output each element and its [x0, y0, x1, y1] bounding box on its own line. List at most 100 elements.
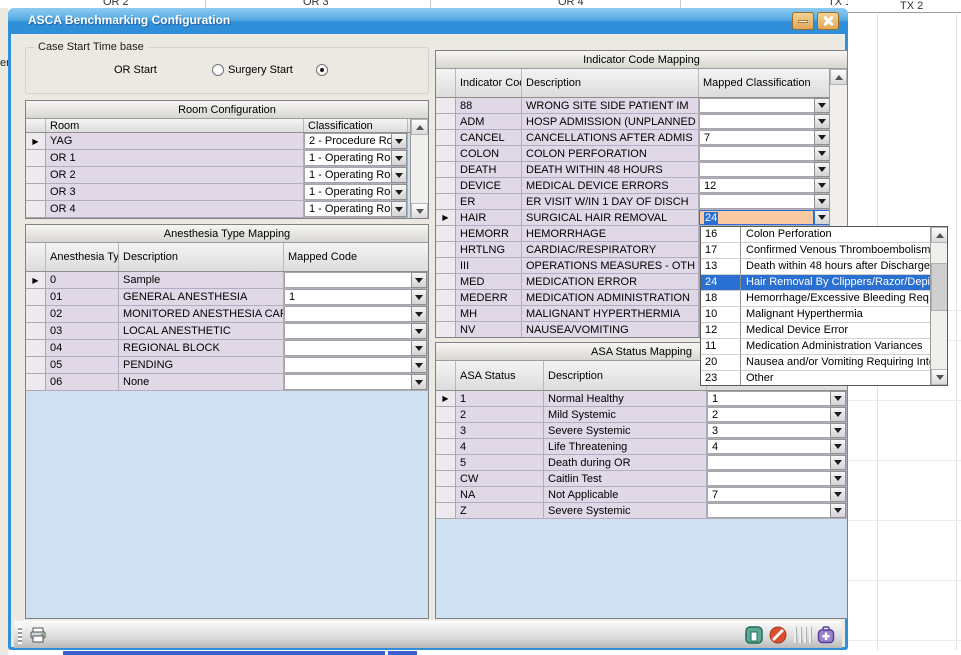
description-cell[interactable]: MEDICATION ADMINISTRATION: [522, 290, 699, 306]
minimize-button[interactable]: [792, 12, 814, 30]
row-selector[interactable]: ▶: [436, 306, 456, 322]
anesthesia-type-cell[interactable]: 04: [46, 340, 119, 357]
anesthesia-type-cell[interactable]: 05: [46, 357, 119, 374]
dropdown-arrow-icon[interactable]: [411, 340, 427, 356]
description-cell[interactable]: PENDING: [119, 357, 284, 374]
combo-value[interactable]: [284, 374, 411, 390]
dropdown-item[interactable]: 23 Other: [701, 371, 930, 386]
combo-value[interactable]: 1: [707, 391, 830, 406]
dropdown-arrow-icon[interactable]: [830, 391, 846, 406]
classification-combo[interactable]: 1 - Operating Room: [304, 167, 408, 184]
dropdown-arrow-icon[interactable]: [814, 210, 830, 225]
asa-status-cell[interactable]: 4: [456, 439, 544, 455]
row-selector[interactable]: ▶: [436, 471, 456, 487]
description-cell[interactable]: Normal Healthy: [544, 391, 707, 407]
dropdown-item[interactable]: 13 Death within 48 hours after Discharge: [701, 259, 930, 275]
row-selector[interactable]: ▶: [436, 178, 456, 194]
description-cell[interactable]: CANCELLATIONS AFTER ADMIS: [522, 130, 699, 146]
dropdown-arrow-icon[interactable]: [830, 439, 846, 454]
room-cell[interactable]: OR 1: [46, 150, 304, 167]
combo-value[interactable]: 3: [707, 423, 830, 438]
description-cell[interactable]: Death during OR: [544, 455, 707, 471]
description-cell[interactable]: NAUSEA/VOMITING: [522, 322, 699, 338]
description-cell[interactable]: None: [119, 374, 284, 391]
description-cell[interactable]: ER VISIT W/IN 1 DAY OF DISCH: [522, 194, 699, 210]
dropdown-item[interactable]: 12 Medical Device Error: [701, 323, 930, 339]
radio-button[interactable]: [212, 64, 224, 76]
description-cell[interactable]: MEDICAL DEVICE ERRORS: [522, 178, 699, 194]
row-selector[interactable]: ▶: [26, 374, 46, 391]
combo-value[interactable]: [284, 323, 411, 339]
anesthesia-type-cell[interactable]: 02: [46, 306, 119, 323]
indicator-code-cell[interactable]: MEDERR: [456, 290, 522, 306]
description-cell[interactable]: MONITORED ANESTHESIA CAR: [119, 306, 284, 323]
scroll-thumb[interactable]: [931, 263, 948, 311]
indicator-code-cell[interactable]: ER: [456, 194, 522, 210]
combo-value[interactable]: [707, 503, 830, 518]
dropdown-item[interactable]: 11 Medication Administration Variances: [701, 339, 930, 355]
row-selector[interactable]: ▶: [26, 323, 46, 340]
description-cell[interactable]: REGIONAL BLOCK: [119, 340, 284, 357]
row-selector[interactable]: ▶: [436, 322, 456, 338]
row-selector[interactable]: ▶: [26, 272, 46, 289]
cancel-button[interactable]: [768, 625, 788, 645]
combo-value[interactable]: [699, 162, 814, 177]
dropdown-arrow-icon[interactable]: [830, 407, 846, 422]
anesthesia-type-cell[interactable]: 0: [46, 272, 119, 289]
dropdown-arrow-icon[interactable]: [391, 201, 407, 217]
dropdown-item[interactable]: 18 Hemorrhage/Excessive Bleeding Req. Re…: [701, 291, 930, 307]
close-button[interactable]: [817, 12, 839, 30]
mapped-combo[interactable]: [707, 471, 847, 487]
row-selector[interactable]: ▶: [26, 150, 46, 167]
mapped-combo[interactable]: 4: [707, 439, 847, 455]
combo-value[interactable]: 4: [707, 439, 830, 454]
indicator-code-cell[interactable]: COLON: [456, 146, 522, 162]
description-cell[interactable]: DEATH WITHIN 48 HOURS: [522, 162, 699, 178]
dropdown-arrow-icon[interactable]: [814, 162, 830, 177]
combo-value[interactable]: [699, 194, 814, 209]
row-selector[interactable]: ▶: [436, 226, 456, 242]
description-cell[interactable]: Not Applicable: [544, 487, 707, 503]
dropdown-arrow-icon[interactable]: [411, 357, 427, 373]
dropdown-arrow-icon[interactable]: [814, 98, 830, 113]
indicator-code-cell[interactable]: NV: [456, 322, 522, 338]
combo-value[interactable]: 1 - Operating Room: [304, 184, 391, 200]
row-selector[interactable]: ▶: [26, 167, 46, 184]
row-selector[interactable]: ▶: [436, 290, 456, 306]
indicator-code-cell[interactable]: 88: [456, 98, 522, 114]
dropdown-arrow-icon[interactable]: [391, 150, 407, 166]
row-selector[interactable]: ▶: [436, 162, 456, 178]
dropdown-arrow-icon[interactable]: [391, 167, 407, 183]
indicator-code-cell[interactable]: ADM: [456, 114, 522, 130]
print-button[interactable]: [28, 625, 48, 645]
radio-option[interactable]: Surgery Start: [228, 64, 332, 76]
mapped-code-combo[interactable]: [284, 340, 428, 357]
mapped-classification-combo[interactable]: [699, 194, 831, 210]
dropdown-arrow-icon[interactable]: [830, 503, 846, 518]
mapped-classification-combo[interactable]: [699, 162, 831, 178]
description-cell[interactable]: MEDICATION ERROR: [522, 274, 699, 290]
combo-value[interactable]: 7: [699, 130, 814, 145]
row-selector[interactable]: ▶: [26, 340, 46, 357]
combo-value[interactable]: [707, 455, 830, 470]
anesthesia-type-cell[interactable]: 03: [46, 323, 119, 340]
dropdown-item[interactable]: 16 Colon Perforation: [701, 227, 930, 243]
row-selector[interactable]: ▶: [436, 455, 456, 471]
row-selector[interactable]: ▶: [436, 503, 456, 519]
indicator-code-cell[interactable]: III: [456, 258, 522, 274]
asa-status-cell[interactable]: 5: [456, 455, 544, 471]
row-selector[interactable]: ▶: [26, 306, 46, 323]
combo-value[interactable]: [284, 272, 411, 288]
dropdown-arrow-icon[interactable]: [830, 455, 846, 470]
description-cell[interactable]: CARDIAC/RESPIRATORY: [522, 242, 699, 258]
row-selector[interactable]: ▶: [26, 289, 46, 306]
scroll-up-icon[interactable]: [931, 227, 948, 243]
combo-value[interactable]: 1 - Operating Room: [304, 150, 391, 166]
row-selector[interactable]: ▶: [436, 114, 456, 130]
mapped-combo[interactable]: [707, 503, 847, 519]
dropdown-arrow-icon[interactable]: [391, 133, 407, 149]
classification-combo[interactable]: 1 - Operating Room: [304, 201, 408, 218]
combo-value[interactable]: [284, 340, 411, 356]
combo-value[interactable]: 24: [699, 210, 814, 225]
asa-status-cell[interactable]: 2: [456, 407, 544, 423]
